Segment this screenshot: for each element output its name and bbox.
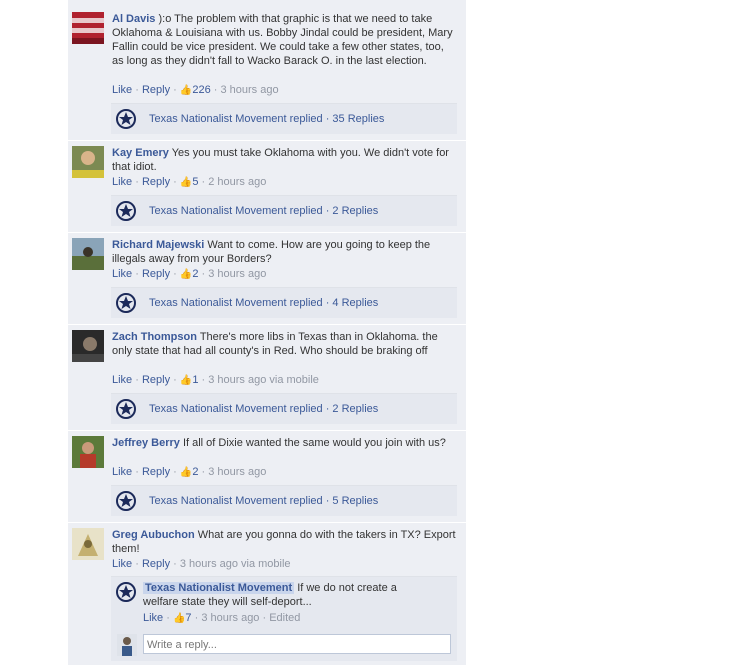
reply-composer: Write a reply... bbox=[111, 629, 457, 661]
replies-summary[interactable]: Texas Nationalist Movement replied · 35 … bbox=[111, 103, 457, 134]
thumbs-up-icon: 👍 bbox=[172, 613, 186, 624]
reply-link[interactable]: Reply bbox=[142, 268, 170, 280]
comment: Al Davis ):o The problem with that graph… bbox=[68, 0, 466, 141]
edited-label[interactable]: Edited bbox=[269, 612, 300, 624]
comment: Richard Majewski Want to come. How are y… bbox=[68, 233, 466, 325]
tnm-star-logo-icon bbox=[116, 399, 136, 419]
reply-link[interactable]: Reply bbox=[142, 466, 170, 478]
like-link[interactable]: Like bbox=[112, 466, 132, 478]
reply-input[interactable]: Write a reply... bbox=[143, 634, 451, 654]
tnm-star-logo-icon[interactable] bbox=[116, 582, 136, 602]
replies-link: Texas Nationalist Movement replied · 5 R… bbox=[149, 495, 379, 507]
replies-summary[interactable]: Texas Nationalist Movement replied · 2 R… bbox=[111, 195, 457, 226]
thumbs-up-icon: 👍 bbox=[179, 467, 193, 478]
avatar[interactable] bbox=[72, 238, 104, 270]
avatar[interactable] bbox=[72, 330, 104, 362]
comment-text: ):o The problem with that graphic is tha… bbox=[112, 13, 453, 67]
thumbs-up-icon: 👍 bbox=[179, 269, 193, 280]
comment-author[interactable]: Kay Emery bbox=[112, 147, 169, 159]
comment-body: Al Davis ):o The problem with that graph… bbox=[112, 12, 456, 68]
like-link[interactable]: Like bbox=[143, 612, 163, 624]
timestamp[interactable]: 3 hours ago bbox=[201, 612, 259, 624]
timestamp[interactable]: 3 hours ago via mobile bbox=[180, 558, 291, 570]
tnm-star-logo-icon bbox=[116, 201, 136, 221]
comment-author[interactable]: Zach Thompson bbox=[112, 331, 197, 343]
comment-body: Greg Aubuchon What are you gonna do with… bbox=[112, 528, 456, 556]
comment-text: If all of Dixie wanted the same would yo… bbox=[182, 437, 446, 449]
reply-link[interactable]: Reply bbox=[142, 374, 170, 386]
like-link[interactable]: Like bbox=[112, 268, 132, 280]
reply-link[interactable]: Reply bbox=[142, 84, 170, 96]
reply-link[interactable]: Reply bbox=[142, 558, 170, 570]
comment-meta: Like · Reply · 👍1 · 3 hours ago via mobi… bbox=[112, 374, 319, 386]
replies-link: Texas Nationalist Movement replied · 35 … bbox=[149, 113, 385, 125]
comment: Jeffrey Berry If all of Dixie wanted the… bbox=[68, 431, 466, 523]
timestamp[interactable]: 3 hours ago bbox=[208, 466, 266, 478]
comment-body: Richard Majewski Want to come. How are y… bbox=[112, 238, 456, 266]
replies-summary[interactable]: Texas Nationalist Movement replied · 2 R… bbox=[111, 393, 457, 424]
avatar[interactable] bbox=[72, 436, 104, 468]
comment-meta: Like · Reply · 👍2 · 3 hours ago bbox=[112, 268, 267, 280]
nested-reply-body: Texas Nationalist Movement If we do not … bbox=[143, 581, 433, 609]
reply-author-highlighted[interactable]: Texas Nationalist Movement bbox=[143, 582, 295, 594]
thumbs-up-icon: 👍 bbox=[179, 177, 193, 188]
comment-author[interactable]: Jeffrey Berry bbox=[112, 437, 180, 449]
comment-meta: Like · Reply · 👍2 · 3 hours ago bbox=[112, 466, 267, 478]
timestamp[interactable]: 2 hours ago bbox=[208, 176, 266, 188]
avatar[interactable] bbox=[72, 146, 104, 178]
comment: Kay Emery Yes you must take Oklahoma wit… bbox=[68, 141, 466, 233]
replies-link: Texas Nationalist Movement replied · 2 R… bbox=[149, 403, 379, 415]
avatar[interactable] bbox=[72, 12, 104, 44]
comment-meta: Like · Reply · 👍226 · 3 hours ago bbox=[112, 84, 279, 96]
like-link[interactable]: Like bbox=[112, 374, 132, 386]
replies-link: Texas Nationalist Movement replied · 4 R… bbox=[149, 297, 379, 309]
tnm-star-logo-icon bbox=[116, 109, 136, 129]
comment-body: Zach Thompson There's more libs in Texas… bbox=[112, 330, 456, 358]
reply-meta: Like · 👍7 · 3 hours ago · Edited bbox=[143, 612, 301, 624]
timestamp[interactable]: 3 hours ago via mobile bbox=[208, 374, 319, 386]
tnm-star-logo-icon bbox=[116, 293, 136, 313]
comment-author[interactable]: Greg Aubuchon bbox=[112, 529, 195, 541]
comment-meta: Like · Reply · 3 hours ago via mobile bbox=[112, 558, 291, 570]
comment-author[interactable]: Richard Majewski bbox=[112, 239, 204, 251]
replies-link: Texas Nationalist Movement replied · 2 R… bbox=[149, 205, 379, 217]
replies-summary[interactable]: Texas Nationalist Movement replied · 4 R… bbox=[111, 287, 457, 318]
tnm-star-logo-icon bbox=[116, 491, 136, 511]
reply-link[interactable]: Reply bbox=[142, 176, 170, 188]
user-avatar-small bbox=[117, 634, 137, 656]
comment: Greg Aubuchon What are you gonna do with… bbox=[68, 523, 466, 665]
comment-body: Kay Emery Yes you must take Oklahoma wit… bbox=[112, 146, 456, 174]
comment-author[interactable]: Al Davis bbox=[112, 13, 155, 25]
like-link[interactable]: Like bbox=[112, 176, 132, 188]
like-link[interactable]: Like bbox=[112, 558, 132, 570]
comment: Zach Thompson There's more libs in Texas… bbox=[68, 325, 466, 431]
timestamp[interactable]: 3 hours ago bbox=[208, 268, 266, 280]
thumbs-up-icon: 👍 bbox=[179, 375, 193, 386]
nested-reply: Texas Nationalist Movement If we do not … bbox=[111, 576, 457, 629]
like-link[interactable]: Like bbox=[112, 84, 132, 96]
comment-body: Jeffrey Berry If all of Dixie wanted the… bbox=[112, 436, 456, 450]
comment-meta: Like · Reply · 👍5 · 2 hours ago bbox=[112, 176, 267, 188]
timestamp[interactable]: 3 hours ago bbox=[220, 84, 278, 96]
avatar[interactable] bbox=[72, 528, 104, 560]
like-count[interactable]: 226 bbox=[192, 84, 210, 96]
thumbs-up-icon: 👍 bbox=[179, 85, 193, 96]
replies-summary[interactable]: Texas Nationalist Movement replied · 5 R… bbox=[111, 485, 457, 516]
